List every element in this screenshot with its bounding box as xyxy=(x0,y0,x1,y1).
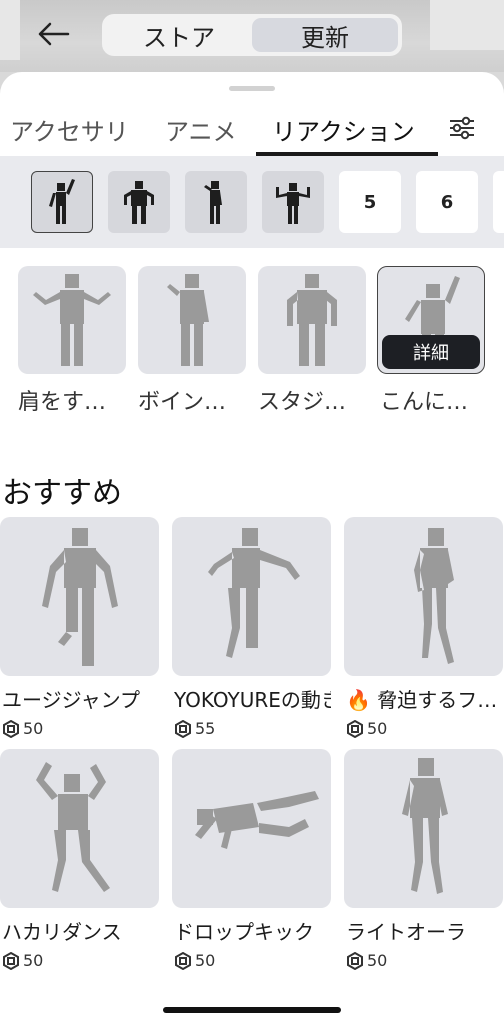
slot-4[interactable] xyxy=(262,171,324,233)
avatar-figure-icon xyxy=(207,527,300,658)
bottom-sheet: アクセサリ アニメ リアクション 5 6 肩をす… ボイン… スタジ… 詳細 こ… xyxy=(0,72,504,1024)
robux-icon xyxy=(347,719,363,738)
avatar-figure-icon xyxy=(33,274,111,366)
section-title: おすすめ xyxy=(2,476,122,511)
equipped-card[interactable] xyxy=(258,266,366,374)
item-card[interactable]: ドロップキック 50 xyxy=(172,749,331,970)
slot-3[interactable] xyxy=(185,171,247,233)
item-price: 50 xyxy=(172,951,331,970)
avatar-figure-icon xyxy=(194,790,319,849)
equipped-label: スタジ… xyxy=(258,390,347,415)
robux-icon xyxy=(175,951,191,970)
equipped-card[interactable] xyxy=(138,266,246,374)
item-card[interactable]: ユージジャンプ 50 xyxy=(0,517,159,738)
top-bar: ストア 更新 xyxy=(0,0,504,72)
store-update-segmented-control: ストア 更新 xyxy=(102,14,402,56)
item-price: 50 xyxy=(0,719,159,738)
tab-animations[interactable]: アニメ xyxy=(165,112,237,147)
segment-update[interactable]: 更新 xyxy=(252,18,398,52)
tab-reactions[interactable]: リアクション xyxy=(272,112,415,147)
avatar-figure-icon xyxy=(167,274,209,366)
arrow-left-icon xyxy=(38,22,70,46)
item-card[interactable]: ハカリダンス 50 xyxy=(0,749,159,970)
price-value: 50 xyxy=(367,951,388,970)
robux-icon xyxy=(3,951,19,970)
item-price: 50 xyxy=(344,719,503,738)
back-button[interactable] xyxy=(36,16,72,52)
slot-5[interactable]: 5 xyxy=(339,171,401,233)
avatar-figure-icon xyxy=(41,527,118,666)
slot-2[interactable] xyxy=(108,171,170,233)
item-name: ライトオーラ xyxy=(346,920,466,944)
equipped-label: ボイン… xyxy=(138,390,227,415)
detail-button[interactable]: 詳細 xyxy=(382,335,480,369)
item-thumbnail xyxy=(172,517,331,676)
item-name: ドロップキック xyxy=(174,920,314,944)
item-name: ハカリダンス xyxy=(2,920,122,944)
item-thumbnail xyxy=(0,517,159,676)
item-thumbnail xyxy=(172,749,331,908)
equipped-card[interactable] xyxy=(18,266,126,374)
home-indicator[interactable] xyxy=(163,1007,341,1013)
slot-7[interactable] xyxy=(493,171,504,233)
equipped-label: こんに… xyxy=(380,390,469,415)
robux-icon xyxy=(347,951,363,970)
item-name: ユージジャンプ xyxy=(2,688,140,712)
item-name: YOKOYUREの動き xyxy=(174,688,331,712)
equipped-label: 肩をす… xyxy=(18,390,107,415)
tab-accessories[interactable]: アクセサリ xyxy=(10,112,129,147)
emote-slot-bar: 5 6 xyxy=(0,156,504,248)
robux-icon xyxy=(3,719,19,738)
price-value: 50 xyxy=(195,951,216,970)
price-value: 50 xyxy=(23,719,44,738)
price-value: 55 xyxy=(195,719,216,738)
pose-flex-icon xyxy=(124,181,154,224)
item-card[interactable]: 🔥 脅迫するフ… 50 xyxy=(344,517,503,738)
segment-store[interactable]: ストア xyxy=(106,18,252,52)
sliders-icon xyxy=(450,116,474,140)
background-block xyxy=(430,0,504,50)
item-name: 🔥 脅迫するフ… xyxy=(346,688,498,712)
robux-icon xyxy=(175,719,191,738)
pose-point-icon xyxy=(204,181,222,224)
item-thumbnail xyxy=(344,749,503,908)
avatar-figure-icon xyxy=(401,757,448,894)
item-price: 55 xyxy=(172,719,331,738)
avatar-figure-icon xyxy=(35,761,110,892)
slot-6[interactable]: 6 xyxy=(416,171,478,233)
avatar-figure-icon xyxy=(413,527,454,664)
item-price: 50 xyxy=(0,951,159,970)
item-thumbnail xyxy=(344,517,503,676)
item-thumbnail xyxy=(0,749,159,908)
item-price: 50 xyxy=(344,951,503,970)
item-card[interactable]: YOKOYUREの動き 55 xyxy=(172,517,331,738)
equipped-emotes: 肩をす… ボイン… スタジ… 詳細 こんに… xyxy=(0,266,504,416)
background-block xyxy=(0,0,20,60)
sheet-grabber[interactable] xyxy=(229,86,275,91)
filter-button[interactable] xyxy=(446,112,478,144)
pose-wave-icon xyxy=(49,179,75,224)
avatar-figure-icon xyxy=(287,274,337,366)
category-tabs: アクセサリ アニメ リアクション xyxy=(0,102,504,156)
price-value: 50 xyxy=(367,719,388,738)
item-card[interactable]: ライトオーラ 50 xyxy=(344,749,503,970)
slot-1[interactable] xyxy=(31,171,93,233)
price-value: 50 xyxy=(23,951,44,970)
equipped-card-selected[interactable]: 詳細 xyxy=(377,266,485,374)
pose-shrug-icon xyxy=(276,183,310,224)
